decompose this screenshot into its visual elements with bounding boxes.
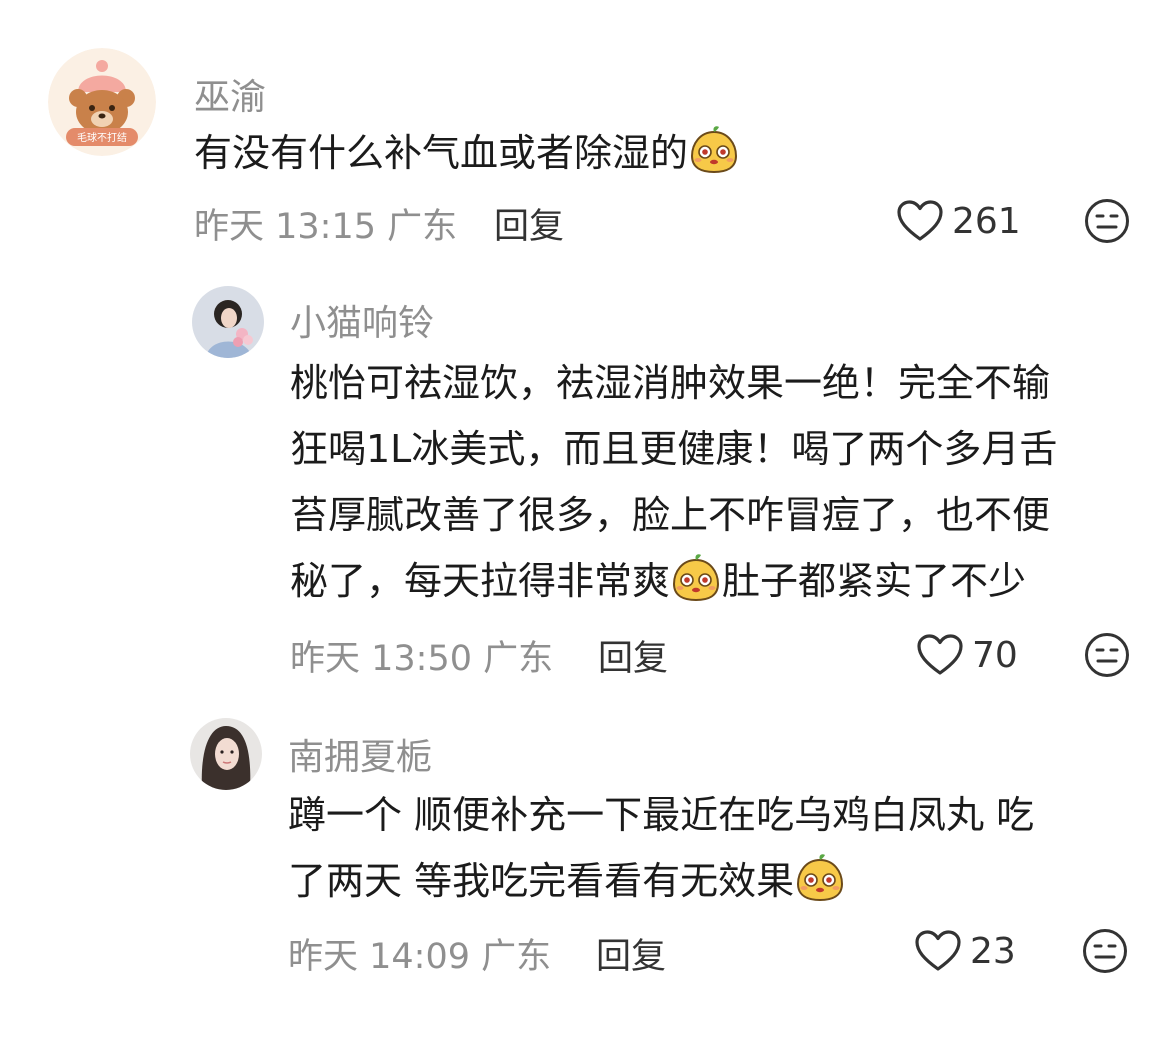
comment-text-line: 秘了，每天拉得非常爽 — [290, 559, 671, 603]
meh-face-icon — [1084, 632, 1130, 678]
avatar[interactable] — [192, 286, 264, 358]
reply-button[interactable]: 回复 — [596, 928, 666, 979]
comment-text-line: 桃怡可祛湿饮，祛湿消肿效果一绝！完全不输 — [290, 361, 1051, 405]
comment-text: 桃怡可祛湿饮，祛湿消肿效果一绝！完全不输 狂喝1L冰美式，而且更健康！喝了两个多… — [290, 350, 1057, 614]
comment-text-line: 有没有什么补气血或者除湿的 — [194, 131, 689, 175]
comment-text-line: 肚子都紧实了不少 — [722, 559, 1027, 603]
yellow-blob-emoji-icon — [670, 552, 722, 604]
comment-time-location: 昨天 13:50 广东 — [290, 639, 554, 679]
comment-time-location: 昨天 13:15 广东 — [194, 207, 458, 247]
username[interactable]: 南拥夏栀 — [288, 728, 432, 780]
meh-face-icon — [1084, 198, 1130, 244]
like-count: 70 — [972, 634, 1018, 676]
reply-button[interactable]: 回复 — [494, 198, 564, 249]
like-button[interactable]: 70 — [916, 630, 1018, 680]
comment-text-line: 了两天 等我吃完看看有无效果 — [288, 859, 795, 903]
comment-text-line: 苔厚腻改善了很多，脸上不咋冒痘了，也不便 — [290, 493, 1051, 537]
comment-text-line: 狂喝1L冰美式，而且更健康！喝了两个多月舌 — [290, 427, 1058, 471]
like-count: 261 — [952, 200, 1021, 242]
like-count: 23 — [970, 930, 1016, 972]
username[interactable]: 巫渝 — [194, 68, 266, 120]
username[interactable]: 小猫响铃 — [290, 294, 434, 346]
avatar[interactable]: 毛球不打结 — [48, 48, 156, 156]
yellow-blob-emoji-icon — [794, 852, 846, 904]
dislike-button[interactable] — [1082, 928, 1128, 974]
avatar-badge-text: 毛球不打结 — [77, 131, 127, 144]
heart-outline-icon — [916, 633, 964, 677]
like-button[interactable]: 23 — [914, 926, 1016, 976]
like-button[interactable]: 261 — [896, 196, 1021, 246]
comment-text-line: 蹲一个 顺便补充一下最近在吃乌鸡白凤丸 吃 — [288, 793, 1035, 837]
heart-outline-icon — [896, 199, 944, 243]
heart-outline-icon — [914, 929, 962, 973]
comment-text: 蹲一个 顺便补充一下最近在吃乌鸡白凤丸 吃 了两天 等我吃完看看有无效果 — [288, 782, 1034, 914]
yellow-blob-emoji-icon — [688, 124, 740, 176]
reply-button[interactable]: 回复 — [598, 630, 668, 681]
avatar[interactable] — [190, 718, 262, 790]
meh-face-icon — [1082, 928, 1128, 974]
comment-time-location: 昨天 14:09 广东 — [288, 937, 552, 977]
dislike-button[interactable] — [1084, 198, 1130, 244]
comment-text: 有没有什么补气血或者除湿的 — [194, 120, 740, 186]
dislike-button[interactable] — [1084, 632, 1130, 678]
